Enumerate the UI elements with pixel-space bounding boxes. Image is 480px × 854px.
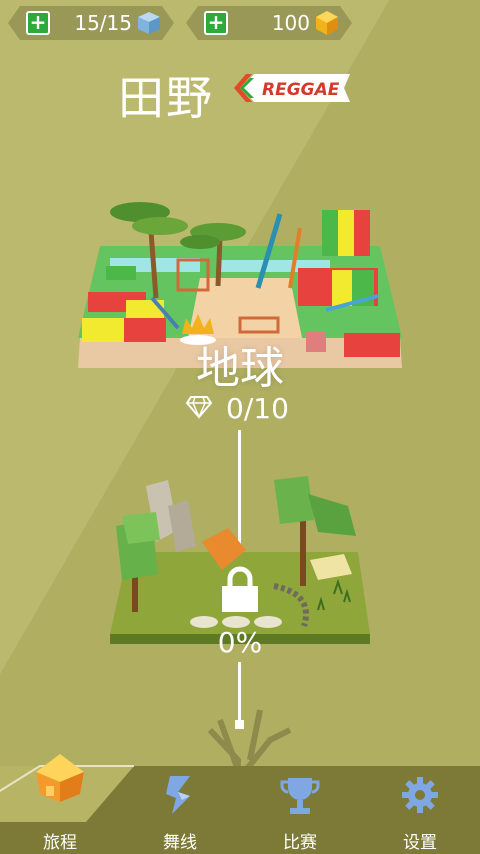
gear-icon xyxy=(402,777,438,813)
blue-cube-icon xyxy=(136,10,162,36)
nav-item-journey[interactable]: 旅程 xyxy=(12,754,108,854)
bottom-nav: 旅程 舞线 比赛 设置 xyxy=(0,754,480,854)
lives-counter[interactable]: + 15/15 xyxy=(8,6,174,40)
nav-item-dance-line[interactable]: 舞线 xyxy=(132,766,228,854)
diamond-icon xyxy=(186,396,212,419)
nav-label-journey: 旅程 xyxy=(43,833,77,853)
coins-value: 100 xyxy=(271,11,310,35)
nav-label-match: 比赛 xyxy=(283,833,317,853)
nav-label-settings: 设置 xyxy=(403,833,437,853)
coins-counter[interactable]: + 100 xyxy=(186,6,352,40)
nav-item-settings[interactable]: 设置 xyxy=(372,766,468,854)
locked-level-island[interactable] xyxy=(104,476,378,648)
reggae-logo: REGGAE xyxy=(234,74,350,102)
house-icon xyxy=(36,754,84,802)
level-name: 地球 xyxy=(196,343,284,394)
trophy-icon xyxy=(280,778,320,814)
top-bar: + 15/15 + 100 xyxy=(0,6,480,42)
logo-text: REGGAE xyxy=(262,80,340,100)
gold-gem-icon xyxy=(314,10,340,36)
dance-line-icon xyxy=(166,776,190,814)
level-progress: 0% xyxy=(217,626,263,659)
level-score-value: 0/10 xyxy=(226,392,289,425)
lock-icon xyxy=(222,566,258,612)
nav-label-dance-line: 舞线 xyxy=(163,833,197,853)
nav-item-match[interactable]: 比赛 xyxy=(252,766,348,854)
lives-value: 15/15 xyxy=(74,11,132,35)
add-coins-button[interactable]: + xyxy=(204,11,228,35)
page-title: 田野 xyxy=(118,71,214,125)
add-lives-button[interactable]: + xyxy=(26,11,50,35)
